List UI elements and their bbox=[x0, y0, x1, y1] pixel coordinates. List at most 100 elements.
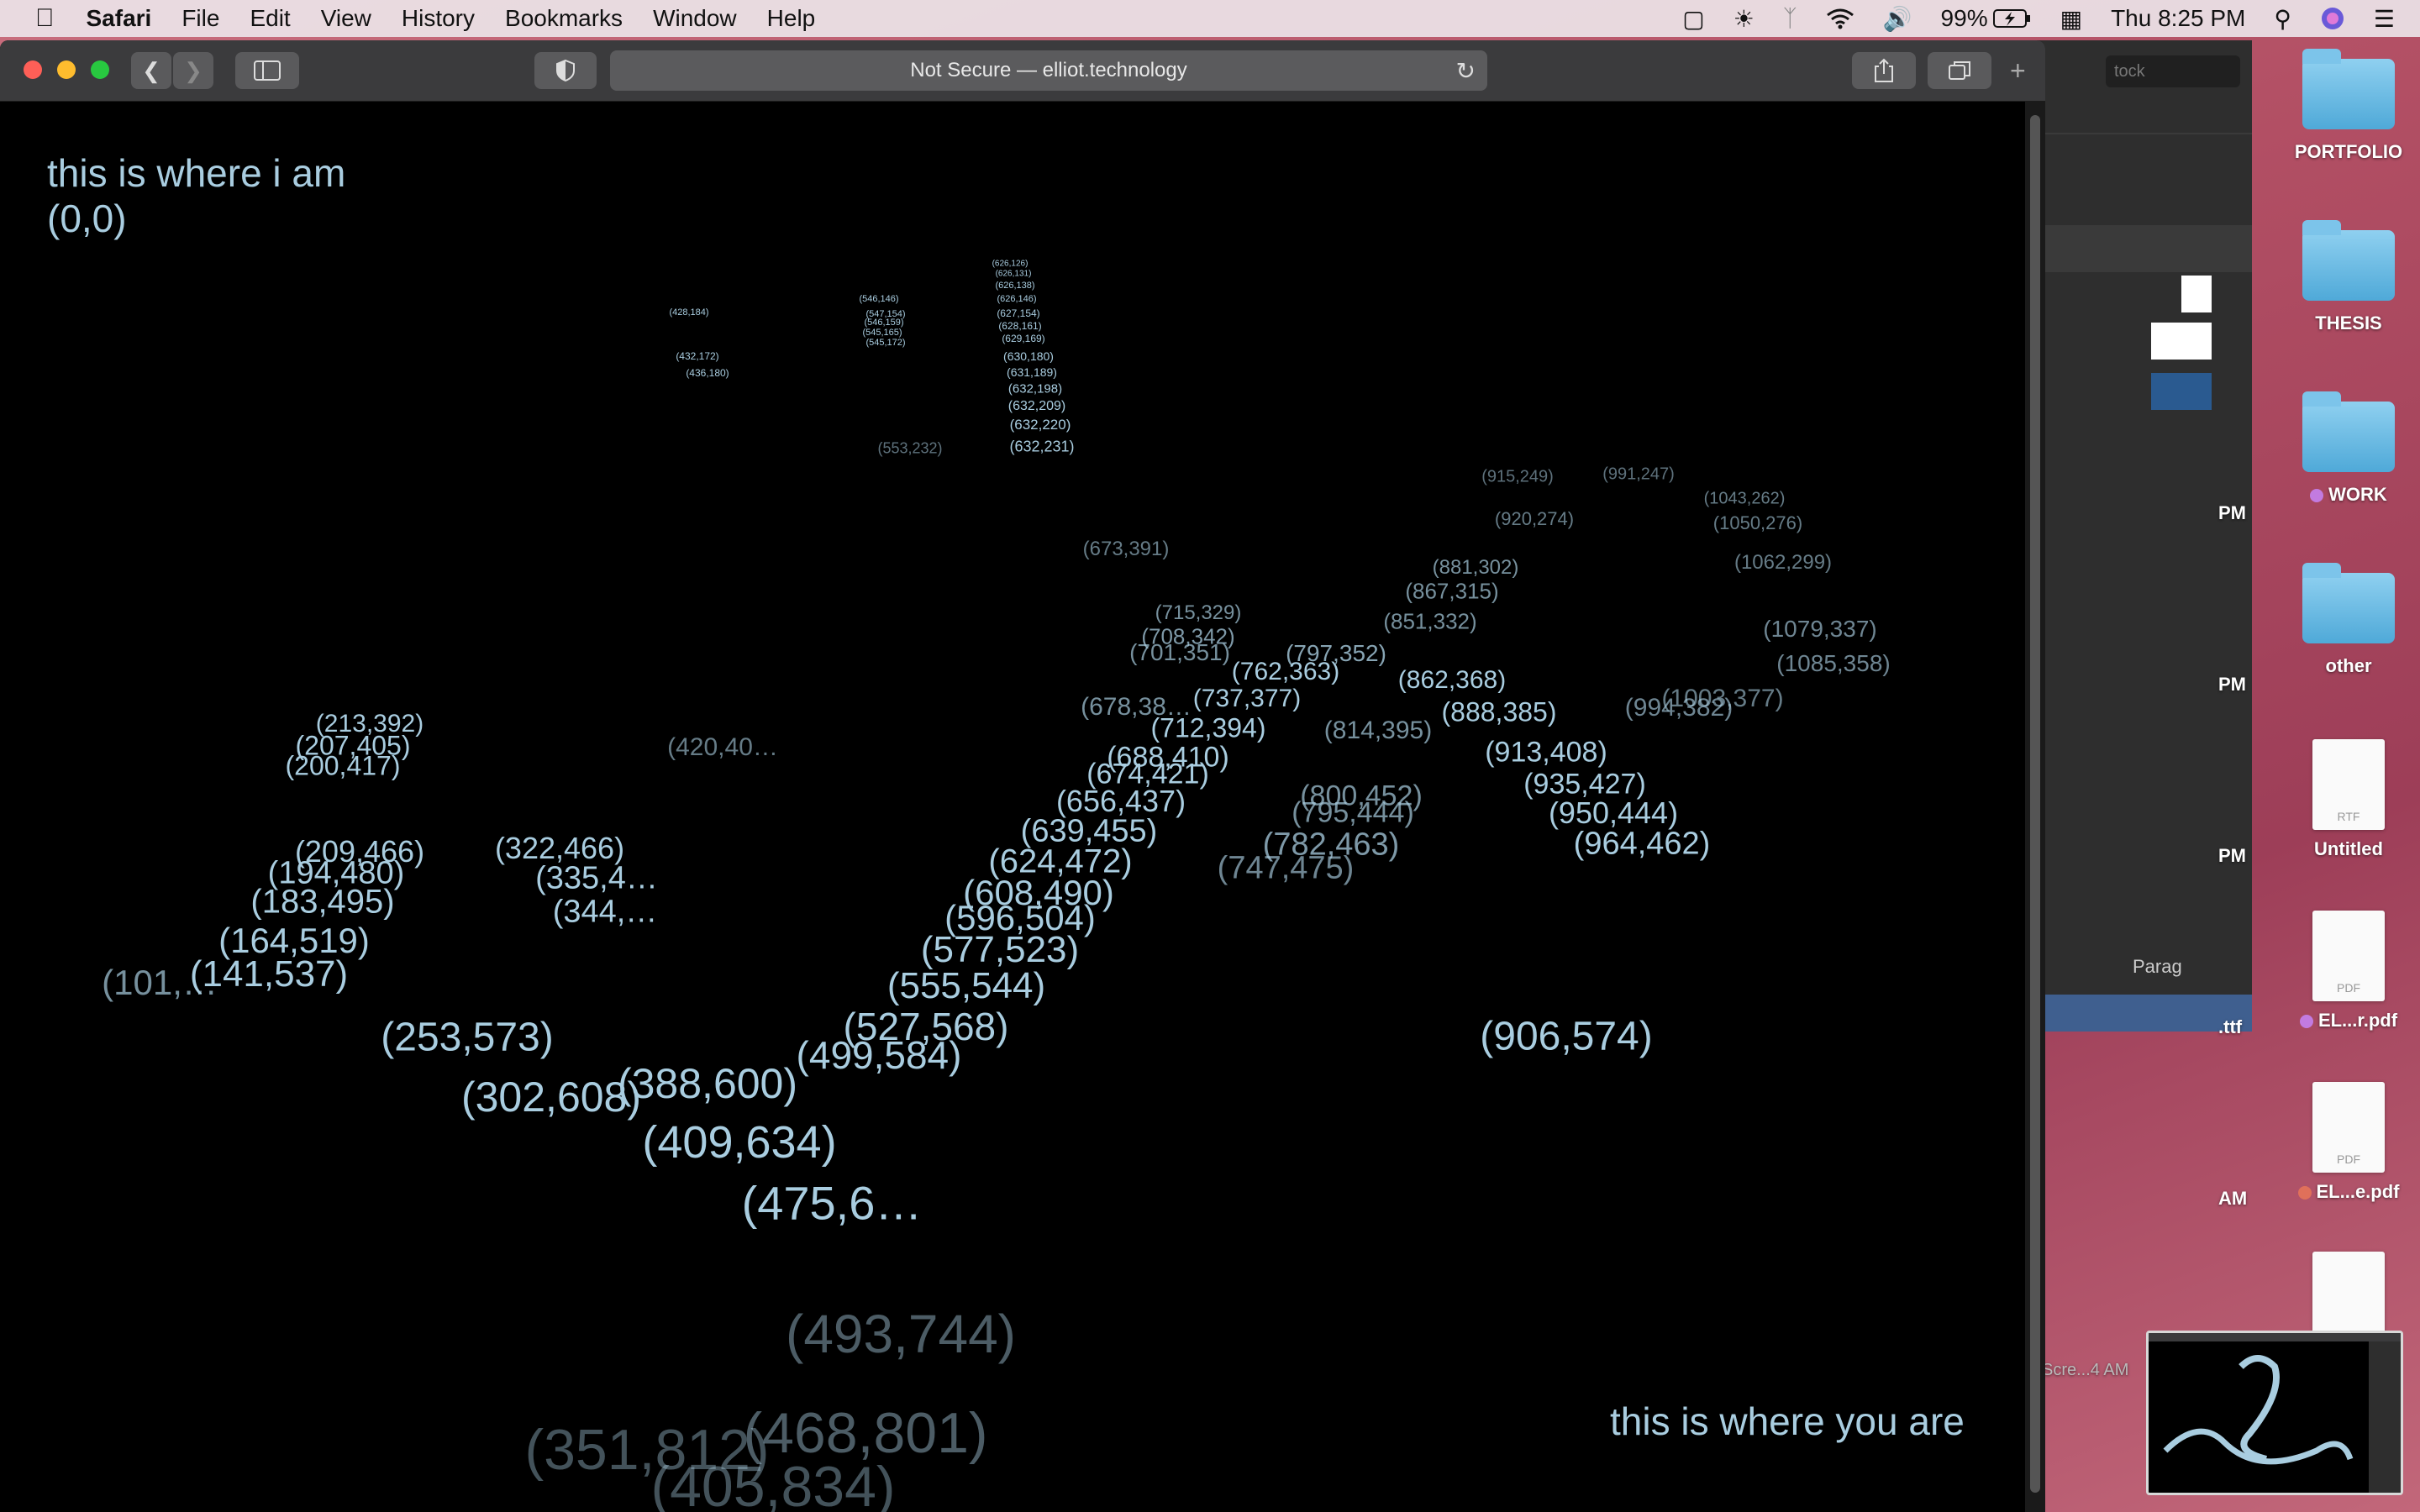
sidebar-toggle-button[interactable] bbox=[235, 52, 299, 89]
top-label: this is where i am bbox=[47, 151, 346, 195]
purple-tag-icon bbox=[2310, 489, 2324, 503]
panel-divider bbox=[2033, 133, 2252, 134]
folder-thesis[interactable]: THESIS bbox=[2286, 220, 2412, 334]
coordinate-label: (1079,337) bbox=[1763, 616, 1877, 642]
pdf-document-icon: PDF bbox=[2312, 1082, 2385, 1173]
coordinate-label: (814,395) bbox=[1323, 717, 1433, 744]
scrollbar-thumb[interactable] bbox=[2030, 115, 2040, 1493]
menu-edit[interactable]: Edit bbox=[250, 5, 290, 32]
menu-view[interactable]: View bbox=[321, 5, 371, 32]
red-tag-icon bbox=[2297, 1186, 2312, 1200]
coordinate-label: (213,392) bbox=[315, 710, 424, 738]
folder-work[interactable]: WORK bbox=[2286, 391, 2412, 506]
folder-other[interactable]: other bbox=[2286, 563, 2412, 677]
screenshot-caption: Scre...4 AM bbox=[2042, 1361, 2129, 1379]
chevron-right-icon: ❯ bbox=[184, 57, 203, 83]
coordinate-label: (715,329) bbox=[1155, 601, 1242, 624]
screenshot-thumbnail[interactable] bbox=[2146, 1331, 2403, 1495]
siri-icon[interactable] bbox=[2320, 6, 2345, 31]
tab-overview-button[interactable] bbox=[1928, 52, 1991, 89]
volume-icon[interactable]: 🔊 bbox=[1883, 5, 1912, 33]
app-menu[interactable]: Safari bbox=[87, 5, 152, 32]
sidebar-icon bbox=[254, 60, 281, 81]
coordinate-label: (626,138) bbox=[995, 281, 1035, 291]
close-window-button[interactable] bbox=[24, 60, 42, 79]
vertical-scrollbar[interactable] bbox=[2025, 102, 2045, 1512]
menu-history[interactable]: History bbox=[402, 5, 475, 32]
zoom-window-button[interactable] bbox=[91, 60, 109, 79]
partial-label: PM bbox=[2218, 674, 2246, 695]
coordinate-label: (795,444) bbox=[1292, 796, 1414, 829]
coordinate-label: (1062,299) bbox=[1733, 551, 1833, 574]
file-untitled[interactable]: RTF Untitled bbox=[2286, 739, 2412, 860]
shield-icon bbox=[556, 59, 575, 82]
panel-header bbox=[2033, 225, 2252, 272]
document-icon bbox=[2312, 1252, 2385, 1342]
menu-file[interactable]: File bbox=[182, 5, 219, 32]
battery-status[interactable]: 99% bbox=[1941, 5, 2032, 32]
coordinate-label: (499,584) bbox=[796, 1033, 962, 1077]
coordinate-label: (920,274) bbox=[1494, 508, 1575, 529]
coordinate-label: (322,466) bbox=[494, 831, 625, 865]
coordinate-label: (183,495) bbox=[250, 883, 395, 921]
coordinate-label: (913,408) bbox=[1485, 736, 1607, 769]
coordinate-label: (545,172) bbox=[865, 338, 906, 348]
new-tab-button[interactable]: + bbox=[2010, 55, 2026, 87]
battery-icon bbox=[1992, 9, 2030, 28]
coordinate-label: (797,352) bbox=[1286, 640, 1386, 666]
calendar-icon[interactable]: ▦ bbox=[2060, 5, 2082, 33]
share-button[interactable] bbox=[1852, 52, 1916, 89]
coordinate-label: (737,377) bbox=[1192, 685, 1302, 712]
web-page-content: this is where i am (0,0) (553,232) (632,2… bbox=[0, 102, 2025, 1512]
file-el-e-pdf[interactable]: PDF EL...e.pdf bbox=[2286, 1082, 2412, 1203]
menu-window[interactable]: Window bbox=[653, 5, 737, 32]
file-el-r-pdf[interactable]: PDF EL...r.pdf bbox=[2286, 911, 2412, 1032]
clock[interactable]: Thu 8:25 PM bbox=[2111, 5, 2245, 32]
coordinate-label: (632,220) bbox=[1009, 417, 1071, 433]
pdf-document-icon: PDF bbox=[2312, 911, 2385, 1001]
background-app-search[interactable]: tock bbox=[2106, 55, 2240, 87]
coordinate-label: (1085,358) bbox=[1776, 650, 1891, 676]
folder-icon bbox=[2302, 49, 2395, 129]
folder-icon bbox=[2302, 220, 2395, 301]
folder-label: WORK bbox=[2328, 484, 2387, 505]
coordinate-label: (632,198) bbox=[1007, 381, 1063, 396]
reload-icon[interactable]: ↻ bbox=[1456, 57, 1476, 85]
background-app-window: tock Parag bbox=[2033, 40, 2252, 1032]
back-button[interactable]: ❮ bbox=[131, 52, 171, 89]
coordinate-label: (493,744) bbox=[786, 1304, 1016, 1364]
swatch-blue[interactable] bbox=[2151, 373, 2212, 410]
menu-bookmarks[interactable]: Bookmarks bbox=[505, 5, 623, 32]
minimize-window-button[interactable] bbox=[57, 60, 76, 79]
coordinate-label: (545,165) bbox=[862, 328, 902, 338]
brightness-icon[interactable]: ☀ bbox=[1733, 5, 1754, 33]
purple-tag-icon bbox=[2299, 1015, 2313, 1029]
swatch-white-double[interactable] bbox=[2151, 323, 2212, 360]
screenshot-preview bbox=[2149, 1333, 2401, 1493]
address-bar[interactable]: Not Secure — elliot.technology ↻ bbox=[610, 50, 1487, 91]
coordinate-label: (626,146) bbox=[997, 294, 1037, 304]
swatch-white[interactable] bbox=[2181, 276, 2212, 312]
coordinate-label: (851,332) bbox=[1383, 608, 1477, 634]
bottom-label: this is where you are bbox=[1610, 1399, 1965, 1443]
spotlight-search-icon[interactable]: ⚲ bbox=[2274, 5, 2291, 33]
coordinate-label: (344,… bbox=[552, 894, 658, 930]
bluetooth-icon[interactable]: ᛉ bbox=[1783, 5, 1797, 32]
coordinate-label: (888,385) bbox=[1441, 696, 1557, 727]
wifi-icon[interactable] bbox=[1826, 8, 1854, 29]
coordinate-label: (420,40… bbox=[667, 733, 778, 761]
apple-menu-icon[interactable]:  bbox=[35, 4, 55, 33]
menu-help[interactable]: Help bbox=[767, 5, 816, 32]
coordinate-label: (428,184) bbox=[669, 307, 709, 318]
notification-center-icon[interactable]: ☰ bbox=[2374, 5, 2395, 33]
coordinate-label: (405,834) bbox=[650, 1455, 896, 1512]
coordinate-label: (1050,276) bbox=[1712, 512, 1803, 533]
folder-portfolio[interactable]: PORTFOLIO bbox=[2286, 49, 2412, 163]
screen-mirror-icon[interactable]: ▢ bbox=[1682, 5, 1704, 33]
privacy-report-button[interactable] bbox=[534, 52, 597, 89]
address-text: Not Secure — elliot.technology bbox=[910, 59, 1187, 81]
forward-button[interactable]: ❯ bbox=[173, 52, 213, 89]
coordinate-label: (555,544) bbox=[886, 965, 1046, 1006]
rtf-document-icon: RTF bbox=[2312, 739, 2385, 830]
coordinate-label: (906,574) bbox=[1480, 1014, 1653, 1059]
